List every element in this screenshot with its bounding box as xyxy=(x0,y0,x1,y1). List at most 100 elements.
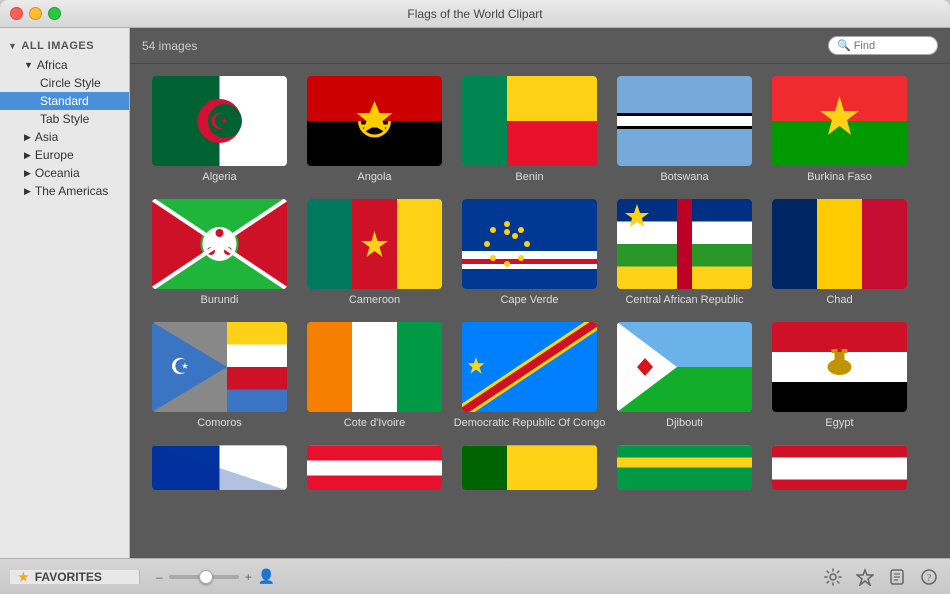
zoom-max-icon: + xyxy=(245,570,252,584)
flag-item-algeria[interactable]: ☪ Algeria xyxy=(142,76,297,183)
flag-item-comoros[interactable]: ☪ Comoros xyxy=(142,322,297,429)
script-button[interactable] xyxy=(886,566,908,588)
flag-label-cameroon: Cameroon xyxy=(349,294,400,306)
all-images-arrow: ▼ xyxy=(8,41,17,51)
flag-label-burundi: Burundi xyxy=(201,294,239,306)
search-icon: 🔍 xyxy=(837,39,851,52)
flag-item-partial-4[interactable] xyxy=(607,445,762,490)
flag-item-benin[interactable]: Benin xyxy=(452,76,607,183)
flag-drc xyxy=(462,322,597,412)
asia-arrow: ▶ xyxy=(24,132,31,143)
europe-arrow: ▶ xyxy=(24,150,31,161)
flag-burundi xyxy=(152,199,287,289)
maximize-button[interactable] xyxy=(48,7,61,20)
circle-style-label: Circle Style xyxy=(40,76,101,90)
flag-item-cape-verde[interactable]: Cape Verde xyxy=(452,199,607,306)
sidebar-item-oceania[interactable]: ▶ Oceania xyxy=(0,164,129,182)
flag-item-chad[interactable]: Chad xyxy=(762,199,917,306)
image-count: 54 images xyxy=(142,39,197,53)
flag-label-cote-divoire: Cote d'Ivoire xyxy=(344,417,405,429)
favorites-star-icon: ★ xyxy=(18,570,29,584)
flag-partial-5 xyxy=(772,445,907,490)
zoom-slider[interactable] xyxy=(169,575,239,579)
flag-item-partial-1[interactable] xyxy=(142,445,297,490)
americas-arrow: ▶ xyxy=(24,186,31,197)
flag-item-cameroon[interactable]: Cameroon xyxy=(297,199,452,306)
flag-item-car[interactable]: Central African Republic xyxy=(607,199,762,306)
flag-item-egypt[interactable]: Egypt xyxy=(762,322,917,429)
tab-style-label: Tab Style xyxy=(40,112,89,126)
sidebar-item-tab-style[interactable]: Tab Style xyxy=(0,110,129,128)
flag-algeria: ☪ xyxy=(152,76,287,166)
flag-grid: ☪ Algeria Angola Benin xyxy=(130,64,950,518)
help-button[interactable]: ? xyxy=(918,566,940,588)
favorites-section: ★ FAVORITES xyxy=(10,570,140,584)
flag-benin xyxy=(462,76,597,166)
sidebar-item-europe[interactable]: ▶ Europe xyxy=(0,146,129,164)
minimize-button[interactable] xyxy=(29,7,42,20)
flag-label-algeria: Algeria xyxy=(202,171,236,183)
flag-partial-1 xyxy=(152,445,287,490)
flag-botswana xyxy=(617,76,752,166)
flag-angola xyxy=(307,76,442,166)
sidebar-item-the-americas[interactable]: ▶ The Americas xyxy=(0,182,129,200)
flag-cote-divoire xyxy=(307,322,442,412)
flag-label-burkina-faso: Burkina Faso xyxy=(807,171,872,183)
standard-label: Standard xyxy=(40,94,89,108)
flag-item-partial-5[interactable] xyxy=(762,445,917,490)
sidebar-item-standard[interactable]: Standard xyxy=(0,92,129,110)
window-controls[interactable] xyxy=(10,7,61,20)
flag-label-comoros: Comoros xyxy=(197,417,242,429)
titlebar: Flags of the World Clipart xyxy=(0,0,950,28)
content-header: 54 images 🔍 xyxy=(130,28,950,64)
search-box[interactable]: 🔍 xyxy=(828,36,938,55)
flag-item-burundi[interactable]: Burundi xyxy=(142,199,297,306)
flag-item-drc[interactable]: Democratic Republic Of Congo xyxy=(452,322,607,429)
sidebar-asia-label: Asia xyxy=(35,130,58,144)
flag-item-djibouti[interactable]: Djibouti xyxy=(607,322,762,429)
sidebar-africa-label: Africa xyxy=(37,58,68,72)
flag-label-car: Central African Republic xyxy=(625,294,743,306)
flag-label-cape-verde: Cape Verde xyxy=(500,294,558,306)
sidebar-all-images[interactable]: ▼ ALL IMAGES xyxy=(0,36,129,56)
svg-text:☪: ☪ xyxy=(170,354,190,379)
flag-item-cote-divoire[interactable]: Cote d'Ivoire xyxy=(297,322,452,429)
flag-item-angola[interactable]: Angola xyxy=(297,76,452,183)
gear-button[interactable] xyxy=(822,566,844,588)
flag-car xyxy=(617,199,752,289)
star-button[interactable] xyxy=(854,566,876,588)
flag-label-angola: Angola xyxy=(357,171,391,183)
sidebar-europe-label: Europe xyxy=(35,148,74,162)
flag-item-partial-2[interactable] xyxy=(297,445,452,490)
close-button[interactable] xyxy=(10,7,23,20)
svg-text:☪: ☪ xyxy=(210,109,230,134)
flag-comoros: ☪ xyxy=(152,322,287,412)
flag-label-drc: Democratic Republic Of Congo xyxy=(454,417,606,429)
all-images-label: ALL IMAGES xyxy=(21,40,94,52)
oceania-arrow: ▶ xyxy=(24,168,31,179)
sidebar: ▼ ALL IMAGES ▼ Africa Circle Style Stand… xyxy=(0,28,130,558)
bottom-bar: ★ FAVORITES – + 👤 xyxy=(0,558,950,594)
sidebar-oceania-label: Oceania xyxy=(35,166,80,180)
sidebar-item-asia[interactable]: ▶ Asia xyxy=(0,128,129,146)
flag-label-chad: Chad xyxy=(826,294,852,306)
flag-item-botswana[interactable]: Botswana xyxy=(607,76,762,183)
zoom-thumb[interactable] xyxy=(199,570,213,584)
person-icon: 👤 xyxy=(258,568,275,585)
flag-partial-3 xyxy=(462,445,597,490)
sidebar-item-circle-style[interactable]: Circle Style xyxy=(0,74,129,92)
flag-item-partial-3[interactable] xyxy=(452,445,607,490)
flag-item-burkina-faso[interactable]: Burkina Faso xyxy=(762,76,917,183)
flag-partial-2 xyxy=(307,445,442,490)
bottom-right-icons: ? xyxy=(822,566,940,588)
flag-label-botswana: Botswana xyxy=(660,171,708,183)
flag-djibouti xyxy=(617,322,752,412)
search-input[interactable] xyxy=(854,40,934,52)
flag-chad xyxy=(772,199,907,289)
flag-cape-verde xyxy=(462,199,597,289)
flag-label-egypt: Egypt xyxy=(825,417,853,429)
flag-label-benin: Benin xyxy=(515,171,543,183)
window-title: Flags of the World Clipart xyxy=(407,7,542,21)
zoom-controls: – + 👤 xyxy=(156,568,275,585)
sidebar-item-africa[interactable]: ▼ Africa xyxy=(0,56,129,74)
